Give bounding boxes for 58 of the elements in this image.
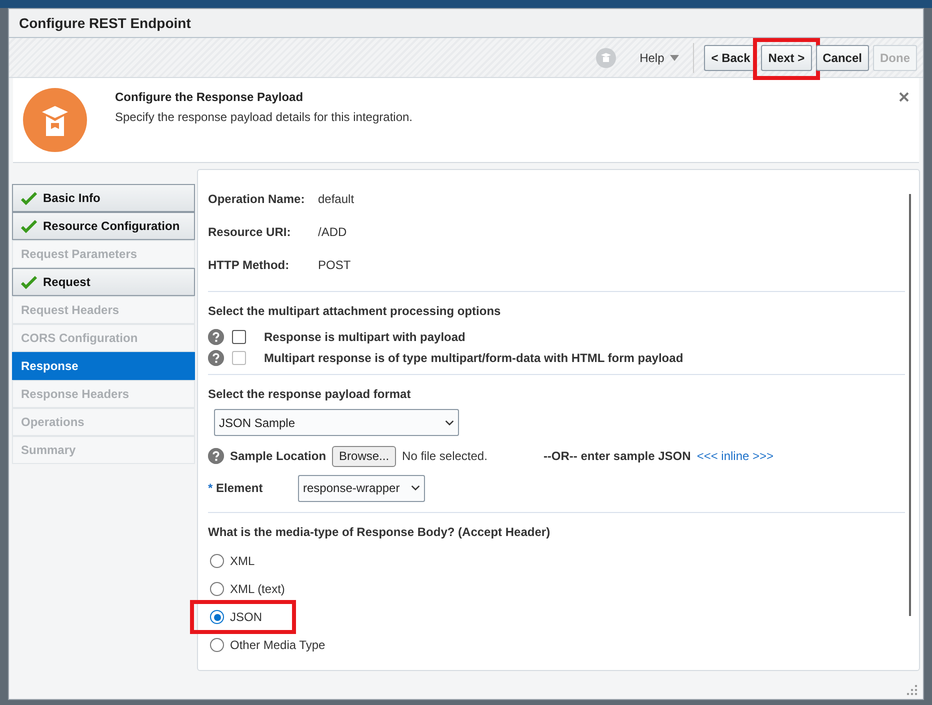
check-icon — [21, 191, 37, 205]
wizard-step: Operations — [12, 408, 195, 436]
close-icon[interactable] — [899, 92, 909, 102]
help-icon[interactable] — [208, 448, 224, 464]
wizard-step: Request Headers — [12, 296, 195, 324]
wizard-step[interactable]: Response — [12, 352, 195, 380]
help-menu[interactable]: Help — [640, 50, 680, 64]
dialog-title: Configure REST Endpoint — [9, 9, 923, 38]
radio-button[interactable] — [210, 554, 224, 568]
radio-label: JSON — [230, 610, 262, 624]
field-label: Sample Location — [230, 449, 326, 463]
required-mark: * — [208, 481, 213, 495]
wizard-step: Response Headers — [12, 380, 195, 408]
banner-title: Configure the Response Payload — [115, 90, 304, 104]
section-heading: What is the media-type of Response Body? (Accept Header) — [208, 525, 552, 539]
checkbox-label: Response is multipart with payload — [264, 330, 466, 344]
radio-label: XML — [230, 554, 255, 568]
file-status: No file selected. — [402, 449, 488, 463]
toolbar-button[interactable]: Next > — [761, 44, 812, 70]
radio-label: XML (text) — [230, 582, 285, 596]
scrollbar[interactable] — [909, 194, 911, 616]
field-label: --OR-- enter sample JSON — [543, 449, 691, 463]
browse-button[interactable]: Browse... — [332, 446, 396, 466]
chevron-down-icon — [411, 485, 420, 491]
checkbox[interactable] — [232, 330, 246, 344]
element-dropdown[interactable]: response-wrapper — [298, 474, 425, 502]
field-label: Resource URI: — [208, 225, 292, 239]
chevron-down-icon — [445, 420, 454, 426]
field-value: default — [318, 192, 354, 206]
caret-icon — [670, 54, 680, 60]
mortarboard-icon — [23, 88, 87, 152]
check-icon — [21, 275, 37, 289]
wizard-step[interactable]: Basic Info — [12, 184, 195, 212]
check-icon — [21, 219, 37, 233]
section-heading: Select the multipart attachment processing options — [208, 304, 502, 318]
section-heading: Select the response payload format — [208, 387, 412, 401]
field-value: POST — [318, 258, 351, 272]
field-value: /ADD — [318, 225, 347, 239]
help-icon[interactable] — [208, 350, 224, 366]
radio-button[interactable] — [210, 638, 224, 652]
radio-label: Other Media Type — [230, 638, 326, 652]
radio-button[interactable] — [210, 610, 224, 624]
toolbar-button[interactable]: Cancel — [816, 44, 869, 70]
field-label: Operation Name: — [208, 192, 306, 206]
format-dropdown[interactable]: JSON Sample — [214, 409, 459, 436]
wizard-step[interactable]: Request — [12, 268, 195, 296]
banner-description: Specify the response payload details for this integration. — [115, 110, 414, 124]
wizard-step: Summary — [12, 436, 195, 464]
field-label: Element — [215, 481, 263, 495]
checkbox-label: Multipart response is of type multipart/form-data with HTML form payload — [264, 350, 684, 364]
wizard-step: CORS Configuration — [12, 324, 195, 352]
help-icon[interactable] — [208, 328, 224, 344]
field-label: HTTP Method: — [208, 258, 290, 272]
resize-grip-icon[interactable] — [907, 685, 917, 695]
wizard-step[interactable]: Resource Configuration — [12, 212, 195, 240]
radio-button[interactable] — [210, 582, 224, 596]
inline-link[interactable]: <<< inline >>> — [696, 449, 774, 463]
wizard-step: Request Parameters — [12, 240, 195, 268]
